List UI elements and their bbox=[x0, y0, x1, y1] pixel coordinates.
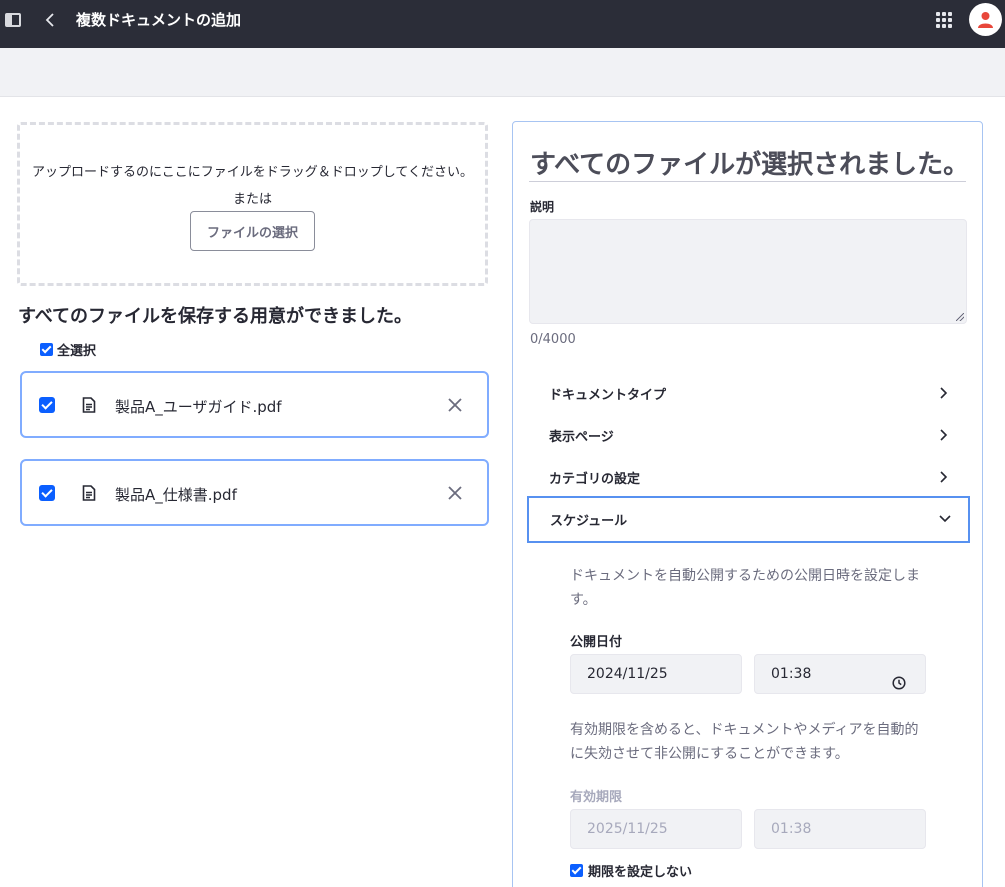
remove-file-icon[interactable] bbox=[446, 484, 464, 502]
user-avatar-icon[interactable] bbox=[969, 3, 1002, 36]
file-card: 製品A_仕様書.pdf bbox=[20, 459, 489, 526]
accordion-categories[interactable]: カテゴリの設定 bbox=[527, 455, 970, 497]
accordion-label: カテゴリの設定 bbox=[549, 472, 641, 487]
document-icon bbox=[82, 397, 96, 417]
document-icon bbox=[82, 485, 96, 505]
accordion-label: ドキュメントタイプ bbox=[549, 388, 667, 403]
character-counter: 0/4000 bbox=[530, 332, 576, 347]
select-all-checkbox[interactable]: 全選択 bbox=[40, 340, 96, 359]
publish-time-input[interactable]: 01:38 bbox=[754, 654, 926, 694]
file-card: 製品A_ユーザガイド.pdf bbox=[20, 371, 489, 438]
clock-icon[interactable] bbox=[892, 667, 906, 705]
accordion-schedule[interactable]: スケジュール bbox=[527, 496, 970, 543]
checkbox-checked-icon[interactable] bbox=[570, 864, 583, 877]
chevron-down-icon bbox=[938, 511, 951, 525]
chevron-right-icon bbox=[938, 427, 950, 441]
dropzone-message: アップロードするのにここにファイルをドラッグ＆ドロップしてください。 bbox=[32, 165, 473, 180]
page-title: 複数ドキュメントの追加 bbox=[76, 11, 242, 29]
description-label: 説明 bbox=[530, 200, 555, 214]
file-name: 製品A_仕様書.pdf bbox=[115, 486, 237, 504]
dropzone-or-text: または bbox=[232, 192, 272, 207]
panel-heading: すべてのファイルが選択されました。 bbox=[530, 150, 970, 180]
expiry-time-input: 01:38 bbox=[754, 809, 926, 849]
details-panel: すべてのファイルが選択されました。 説明 0/4000 ドキュメントタイプ 表示… bbox=[512, 121, 983, 887]
description-textarea[interactable] bbox=[529, 219, 967, 324]
file-name: 製品A_ユーザガイド.pdf bbox=[115, 398, 282, 416]
file-checkbox[interactable] bbox=[39, 397, 55, 413]
file-checkbox[interactable] bbox=[39, 485, 55, 501]
sidebar-toggle-icon[interactable] bbox=[5, 13, 21, 27]
top-bar: 複数ドキュメントの追加 bbox=[0, 0, 1005, 48]
divider bbox=[529, 181, 966, 182]
chevron-right-icon bbox=[938, 469, 950, 483]
sub-header bbox=[0, 48, 1005, 97]
accordion-label: 表示ページ bbox=[549, 430, 614, 445]
accordion-document-type[interactable]: ドキュメントタイプ bbox=[527, 371, 970, 413]
select-files-button[interactable]: ファイルの選択 bbox=[190, 211, 315, 251]
apps-grid-icon[interactable] bbox=[936, 12, 952, 28]
publish-date-input[interactable]: 2024/11/25 bbox=[570, 654, 742, 694]
checkbox-checked-icon[interactable] bbox=[40, 343, 53, 356]
publish-date-label: 公開日付 bbox=[570, 635, 623, 650]
select-all-label: 全選択 bbox=[57, 344, 97, 359]
file-dropzone[interactable]: アップロードするのにここにファイルをドラッグ＆ドロップしてください。 または フ… bbox=[17, 122, 488, 286]
remove-file-icon[interactable] bbox=[446, 396, 464, 414]
accordion-label: スケジュール bbox=[550, 514, 628, 529]
no-expiry-checkbox[interactable]: 期限を設定しない bbox=[570, 861, 692, 880]
publish-time-value: 01:38 bbox=[771, 666, 812, 682]
no-expiry-label: 期限を設定しない bbox=[588, 865, 693, 880]
back-chevron-icon[interactable] bbox=[44, 11, 60, 29]
files-ready-title: すべてのファイルを保存する用意ができました。 bbox=[18, 306, 413, 327]
expiry-intro: 有効期限を含めると、ドキュメントやメディアを自動的に失効させて非公開にすることが… bbox=[570, 722, 919, 762]
chevron-right-icon bbox=[938, 385, 950, 399]
expiry-date-label: 有効期限 bbox=[570, 790, 623, 805]
expiry-date-input: 2025/11/25 bbox=[570, 809, 742, 849]
accordion-display-page[interactable]: 表示ページ bbox=[527, 413, 970, 455]
schedule-intro: ドキュメントを自動公開するための公開日時を設定します。 bbox=[570, 568, 920, 608]
